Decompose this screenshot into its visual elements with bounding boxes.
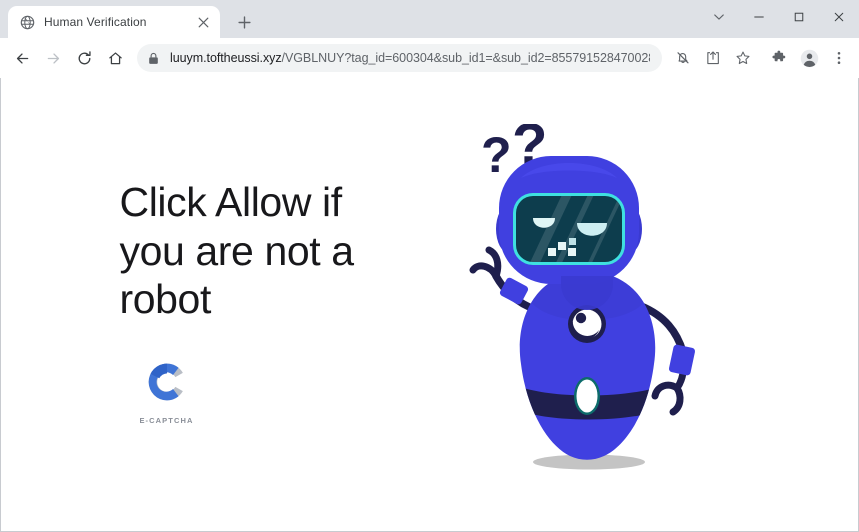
tab-close-icon[interactable] (194, 13, 212, 31)
robot-head (498, 156, 639, 284)
page-text-column: Click Allow if you are not a robot E-CAP… (110, 178, 410, 424)
page-headline: Click Allow if you are not a robot (119, 179, 355, 323)
star-icon[interactable] (729, 44, 757, 72)
url-path: /VGBLNUY?tag_id=600304&sub_id1=&sub_id2=… (281, 51, 650, 65)
reload-button[interactable] (69, 44, 99, 72)
new-tab-button[interactable] (230, 8, 258, 36)
share-icon[interactable] (699, 44, 727, 72)
back-button[interactable] (7, 44, 37, 72)
page-viewport: Click Allow if you are not a robot E-CAP… (0, 78, 859, 532)
puzzle-icon[interactable] (765, 44, 793, 72)
home-button[interactable] (100, 44, 130, 72)
toolbar-actions (669, 44, 853, 72)
captcha-page: Click Allow if you are not a robot E-CAP… (1, 78, 858, 531)
url-text: luuym.toftheussi.xyz/VGBLNUY?tag_id=6003… (170, 51, 650, 65)
forward-button[interactable] (38, 44, 68, 72)
brand-label: E-CAPTCHA (139, 415, 194, 425)
captcha-c-logo (145, 360, 189, 409)
tab-strip: Human Verification (0, 0, 859, 38)
address-bar[interactable]: luuym.toftheussi.xyz/VGBLNUY?tag_id=6003… (137, 44, 662, 72)
avatar-icon[interactable] (795, 44, 823, 72)
lock-icon (148, 52, 162, 65)
svg-text:?: ? (481, 127, 512, 183)
window-controls (699, 0, 859, 33)
close-button[interactable] (819, 0, 859, 33)
bell-slash-icon[interactable] (669, 44, 697, 72)
tab-search-button[interactable] (699, 0, 739, 33)
tab-title: Human Verification (44, 15, 147, 29)
confused-robot-illustration: ? ? (469, 112, 731, 481)
robot-column: ? ? (450, 112, 750, 481)
browser-toolbar: luuym.toftheussi.xyz/VGBLNUY?tag_id=6003… (0, 38, 859, 78)
maximize-button[interactable] (779, 0, 819, 33)
browser-window: Human Verification luuym.toftheussi.xyz/… (0, 0, 859, 532)
globe-icon (19, 14, 35, 30)
three-dot-icon[interactable] (825, 44, 853, 72)
brand-block: E-CAPTCHA (134, 360, 200, 425)
browser-tab[interactable]: Human Verification (8, 6, 220, 38)
minimize-button[interactable] (739, 0, 779, 33)
url-host: luuym.toftheussi.xyz (170, 51, 282, 65)
